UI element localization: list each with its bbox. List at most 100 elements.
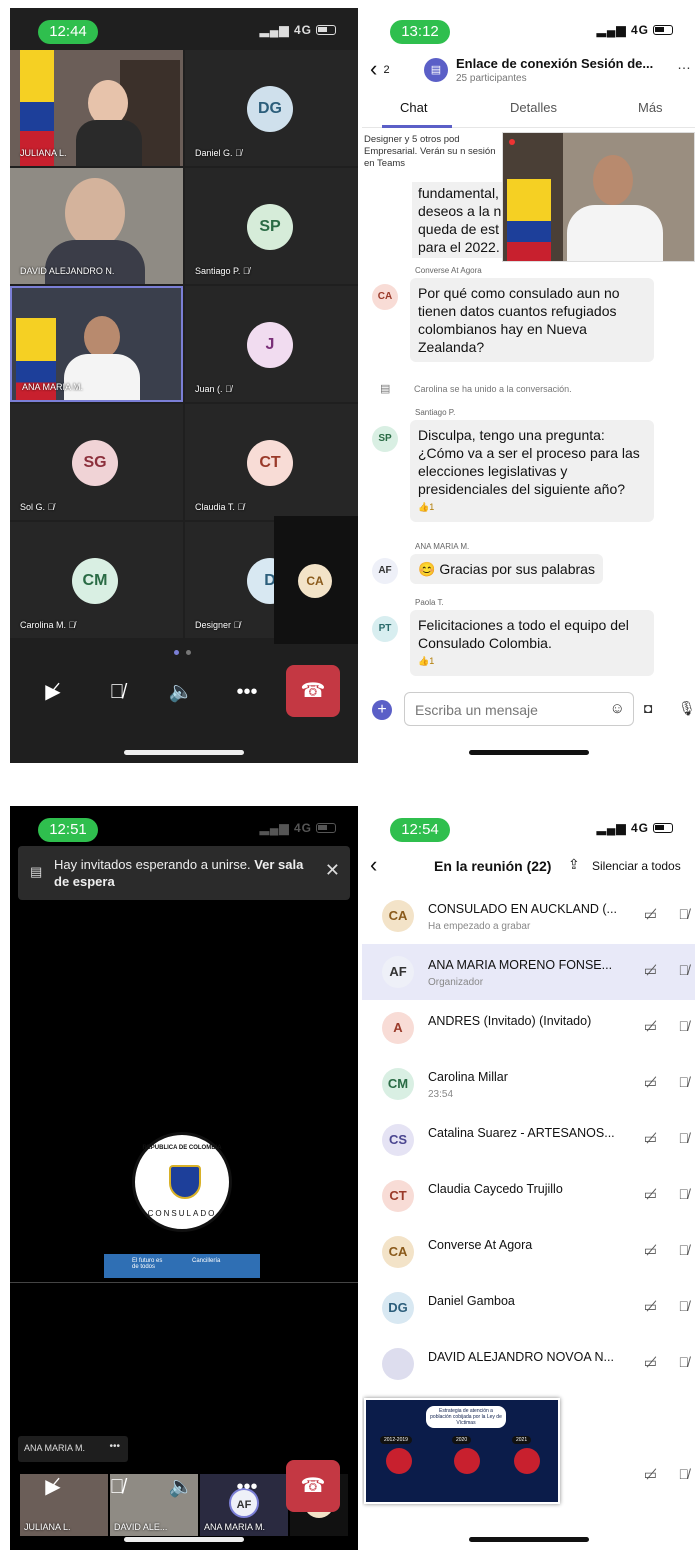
participants-header: ‹ En la reunión (22) ⇪ Silenciar a todos [362,848,695,888]
camera-off-icon[interactable]: ▭̸ [644,1354,657,1371]
mic-off-icon[interactable]: 🎙̸ [90,665,144,719]
message-input[interactable]: Escriba un mensaje ☺ [404,692,634,726]
camera-icon[interactable]: ◘ [644,700,652,716]
sender-avatar: PT [372,616,398,642]
participant-status: Organizador [428,977,484,988]
system-icon: ▤ [380,383,391,395]
waiting-room-notice[interactable]: ▤ Hay invitados esperando a unirse. Ver … [18,846,350,900]
mic-off-icon[interactable]: 🎙̸ [679,1018,690,1034]
sender-avatar: SP [372,426,398,452]
participant-name: Claudia Caycedo Trujillo [428,1182,563,1196]
tile-name: Carolina M. 🎙̸ [20,620,76,630]
floating-video-preview[interactable] [502,132,695,262]
end-call-button[interactable]: ☎ [286,1460,340,1512]
page-indicator[interactable] [170,650,200,658]
presenter-label[interactable]: ANA MARIA M. ••• [18,1436,128,1462]
shared-slide-thumbnail[interactable]: Estrategia de atención a población cobij… [364,1398,560,1504]
back-button[interactable]: ‹ 2 [370,56,390,82]
signal-indicator: ▂▄▆ 4G [260,23,336,37]
mic-off-icon[interactable]: 🎙̸ [679,962,690,978]
recording-banner: Designer y 5 otros pod Empresarial. Verá… [364,134,496,169]
more-icon[interactable]: … [677,56,691,72]
participant-row[interactable]: CA CONSULADO EN AUCKLAND (... Ha empezado … [362,888,695,944]
mic-off-icon[interactable]: 🎙̸ [679,1298,690,1314]
video-tile-sol[interactable]: SG Sol G. 🎙̸ [10,404,183,520]
camera-off-icon[interactable]: ▭̸ [644,1466,657,1483]
mic-off-icon[interactable]: 🎙̸ [679,906,690,922]
participant-row[interactable]: CA Converse At Agora ▭̸ 🎙̸ [362,1224,695,1280]
video-tile-ana-maria[interactable]: ANA MARIA M. [10,286,183,402]
participant-name: Carolina Millar [428,1070,508,1084]
speaker-icon[interactable]: 🔈 [154,665,208,719]
meeting-icon: ▤ [424,58,448,82]
video-tile-carolina[interactable]: CM Carolina M. 🎙̸ [10,522,183,638]
close-icon[interactable]: ✕ [325,860,340,881]
participant-name: ANA MARIA MORENO FONSE... [428,958,613,972]
mic-icon[interactable]: 🎙 [678,700,695,717]
video-tile-claudia[interactable]: CT Claudia T. 🎙̸ [185,404,358,520]
tab-chat[interactable]: Chat [400,100,427,115]
signal-indicator: ▂▄▆ 4G [260,821,336,835]
participant-row[interactable]: A ANDRES (Invitado) (Invitado) ▭̸ 🎙̸ [362,1000,695,1056]
camera-off-icon[interactable]: ▭̸ [644,1186,657,1203]
video-tile-juliana[interactable]: JULIANA L. [10,50,183,166]
self-view-tile[interactable]: CA [274,516,358,644]
camera-off-icon[interactable]: ▭̸ [644,1018,657,1035]
participant-name: DAVID ALEJANDRO NOVOA N... [428,1350,614,1364]
speaker-icon[interactable]: 🔈 [154,1460,208,1514]
end-call-button[interactable]: ☎ [286,665,340,717]
camera-off-icon[interactable]: ▭̸ [644,1074,657,1091]
video-tile-santiago[interactable]: SP Santiago P. 🎙̸ [185,168,358,284]
camera-off-icon[interactable]: ▭̸ [644,1242,657,1259]
more-options-icon[interactable]: ••• [220,665,274,719]
tile-name: DAVID ALE... [114,1522,168,1532]
mic-off-icon[interactable]: 🎙̸ [679,1074,690,1090]
participant-row[interactable]: AF ANA MARIA MORENO FONSE... Organizador ▭̸… [362,944,695,1000]
video-tile-david[interactable]: DAVID ALEJANDRO N. [10,168,183,284]
avatar: J [247,322,293,368]
tab-more[interactable]: Más [638,100,663,115]
muted-mic-icon: 🎙̸ [237,502,245,512]
camera-off-icon[interactable]: ▭̸ [644,962,657,979]
home-indicator [124,1537,244,1542]
muted-mic-icon: 🎙̸ [233,620,241,630]
mute-all-button[interactable]: Silenciar a todos [592,859,681,873]
mic-off-icon[interactable]: 🎙̸ [679,1186,690,1202]
participant-row[interactable]: CM Carolina Millar 23:54 ▭̸ 🎙̸ [362,1056,695,1112]
clock: 12:44 [38,20,98,44]
video-tile-daniel[interactable]: DG Daniel G. 🎙̸ [185,50,358,166]
meeting-title[interactable]: Enlace de conexión Sesión de... [456,56,653,71]
participant-avatar: CM [382,1068,414,1100]
mic-off-icon[interactable]: 🎙̸ [679,1242,690,1258]
camera-off-icon[interactable]: ▭̸ [644,1298,657,1315]
add-icon[interactable]: + [372,700,392,720]
camera-off-icon[interactable]: ▶̸ [26,665,80,719]
share-icon[interactable]: ⇪ [568,856,580,873]
tab-details[interactable]: Detalles [510,100,557,115]
participant-row[interactable]: DAVID ALEJANDRO NOVOA N... ▭̸ 🎙̸ [362,1336,695,1392]
more-options-icon[interactable]: ••• [220,1460,274,1514]
mic-off-icon[interactable]: 🎙̸ [679,1354,690,1370]
camera-off-icon[interactable]: ▭̸ [644,1130,657,1147]
tile-name: Juan (. 🎙̸ [195,384,232,394]
like-reaction[interactable]: 👍1 [418,498,646,516]
camera-off-icon[interactable]: ▶̸ [26,1460,80,1514]
like-reaction[interactable]: 👍1 [418,652,646,670]
muted-mic-icon: 🎙̸ [68,620,76,630]
home-indicator [124,750,244,755]
message-text[interactable]: Disculpa, tengo una pregunta: ¿Cómo va a… [410,420,654,522]
mic-off-icon[interactable]: 🎙̸ [679,1466,690,1482]
message-text[interactable]: 😊 Gracias por sus palabras [410,554,603,584]
participant-row[interactable]: CS Catalina Suarez - ARTESANOS... ▭̸ 🎙̸ [362,1112,695,1168]
participant-row[interactable]: DG Daniel Gamboa ▭̸ 🎙̸ [362,1280,695,1336]
emoji-icon[interactable]: ☺ [610,700,625,717]
message-text[interactable]: Felicitaciones a todo el equipo del Cons… [410,610,654,676]
mic-off-icon[interactable]: 🎙̸ [90,1460,144,1514]
muted-mic-icon: 🎙̸ [225,384,232,394]
back-icon[interactable]: ‹ [370,852,377,878]
participant-row[interactable]: CT Claudia Caycedo Trujillo ▭̸ 🎙̸ [362,1168,695,1224]
message-text[interactable]: Por qué como consulado aun no tienen dat… [410,278,654,362]
video-tile-juan[interactable]: J Juan (. 🎙̸ [185,286,358,402]
camera-off-icon[interactable]: ▭̸ [644,906,657,923]
mic-off-icon[interactable]: 🎙̸ [679,1130,690,1146]
